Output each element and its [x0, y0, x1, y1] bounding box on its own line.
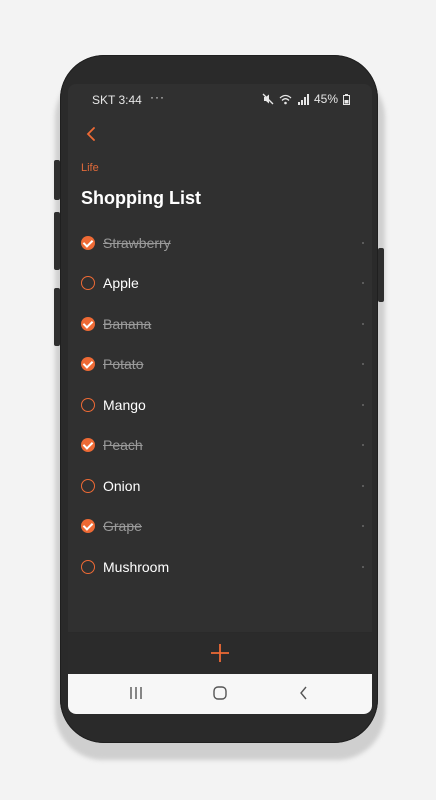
volume-down-button [54, 212, 60, 270]
drag-handle-icon[interactable] [362, 404, 364, 406]
checkbox-unchecked[interactable] [81, 560, 95, 574]
notification-dots: ··· [150, 90, 165, 104]
item-label: Mango [103, 397, 146, 413]
plus-icon [211, 644, 229, 662]
bixby-button [54, 288, 60, 346]
checkbox-checked[interactable] [81, 519, 95, 533]
drag-handle-icon[interactable] [362, 525, 364, 527]
list-item[interactable]: Potato [68, 345, 372, 385]
add-item-button[interactable] [210, 643, 230, 663]
drag-handle-icon[interactable] [362, 363, 364, 365]
item-label: Apple [103, 275, 139, 291]
checkbox-checked[interactable] [81, 236, 95, 250]
wifi-icon [279, 94, 292, 104]
list-item[interactable]: Mushroom [68, 548, 372, 588]
app-screen: SKT 3:44 ··· 45% Life Shopping List Stra… [68, 84, 372, 714]
page-title: Shopping List [81, 188, 201, 208]
battery-icon [343, 93, 350, 105]
system-nav-bar [68, 674, 372, 714]
drag-handle-icon[interactable] [362, 242, 364, 244]
carrier-time: SKT 3:44 [92, 93, 142, 107]
status-icons: 45% [262, 92, 350, 106]
list-item[interactable]: Banana [68, 305, 372, 345]
drag-handle-icon[interactable] [362, 444, 364, 446]
list-item[interactable]: Apple [68, 264, 372, 304]
checkbox-unchecked[interactable] [81, 398, 95, 412]
drag-handle-icon[interactable] [362, 323, 364, 325]
item-label: Peach [103, 437, 143, 453]
item-label: Onion [103, 478, 141, 494]
item-label: Banana [103, 316, 152, 332]
home-icon[interactable] [212, 685, 228, 701]
checkbox-unchecked[interactable] [81, 276, 95, 290]
list-item[interactable]: Strawberry [68, 224, 372, 264]
item-label: Strawberry [103, 235, 171, 251]
item-label: Potato [103, 356, 144, 372]
list-item[interactable]: Onion [68, 467, 372, 507]
category-label: Life [81, 162, 99, 174]
signal-icon [297, 93, 309, 105]
item-label: Grape [103, 518, 142, 534]
back-button[interactable] [80, 122, 104, 146]
battery-percent: 45% [313, 92, 338, 106]
checkbox-checked[interactable] [81, 317, 95, 331]
checkbox-unchecked[interactable] [81, 479, 95, 493]
checkbox-checked[interactable] [81, 357, 95, 371]
mute-icon [262, 93, 274, 105]
recents-icon[interactable] [128, 685, 144, 701]
list-item[interactable]: Peach [68, 426, 372, 466]
list-item[interactable]: Grape [68, 507, 372, 547]
volume-up-button [54, 160, 60, 200]
add-bar [68, 632, 372, 675]
chevron-left-icon [86, 127, 95, 141]
drag-handle-icon[interactable] [362, 566, 364, 568]
checkbox-checked[interactable] [81, 438, 95, 452]
drag-handle-icon[interactable] [362, 282, 364, 284]
back-icon[interactable] [296, 685, 312, 701]
list-item[interactable]: Mango [68, 386, 372, 426]
power-button [378, 248, 384, 302]
item-label: Mushroom [103, 559, 170, 575]
status-bar: SKT 3:44 ··· 45% [68, 84, 372, 114]
drag-handle-icon[interactable] [362, 485, 364, 487]
